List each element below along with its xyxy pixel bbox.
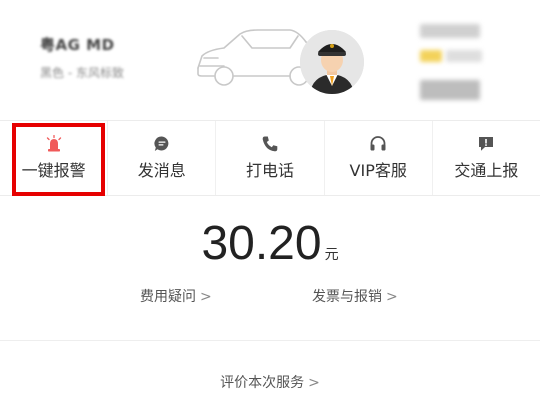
license-plate: 粤AG MD: [40, 36, 115, 54]
action-label: 一键报警: [21, 161, 86, 180]
message-icon: [154, 136, 169, 151]
chevron-right-icon: >: [200, 289, 212, 305]
report-icon: [479, 137, 494, 151]
send-message-button[interactable]: 发消息: [108, 121, 217, 195]
fare-unit: 元: [324, 247, 339, 263]
alarm-icon: [46, 135, 61, 152]
driver-rating-area: [414, 20, 494, 110]
emergency-alarm-button[interactable]: 一键报警: [0, 121, 109, 195]
traffic-report-button[interactable]: 交通上报: [433, 121, 540, 195]
headset-icon: [370, 136, 386, 151]
car-info: 黑色 - 东风标致: [40, 66, 124, 80]
chevron-right-icon: >: [308, 375, 320, 391]
fee-question-label: 费用疑问: [140, 289, 196, 305]
invoice-label: 发票与报销: [312, 289, 382, 305]
divider: [0, 340, 540, 341]
fare-links: 费用疑问 > 发票与报销 >: [0, 286, 540, 308]
rate-service-label: 评价本次服务: [220, 375, 305, 391]
action-row: 一键报警 发消息 打电话 VIP客服 交通上报: [0, 120, 540, 196]
vip-service-button[interactable]: VIP客服: [325, 121, 433, 195]
driver-avatar-icon: [300, 30, 364, 94]
chevron-right-icon: >: [386, 289, 398, 305]
fare-display: 30.20 元: [0, 216, 540, 276]
action-label: 交通上报: [454, 161, 519, 180]
call-button[interactable]: 打电话: [216, 121, 325, 195]
driver-card: 粤AG MD 黑色 - 东风标致: [0, 0, 540, 118]
driver-avatar[interactable]: [300, 30, 364, 94]
action-label: 打电话: [246, 161, 295, 180]
invoice-link[interactable]: 发票与报销 >: [312, 286, 398, 306]
action-label: 发消息: [137, 161, 186, 180]
action-label: VIP客服: [349, 161, 407, 180]
phone-icon: [262, 136, 278, 152]
fee-question-link[interactable]: 费用疑问 >: [140, 286, 212, 306]
fare-amount: 30.20: [201, 217, 322, 270]
rate-service-link[interactable]: 评价本次服务 >: [0, 372, 540, 392]
